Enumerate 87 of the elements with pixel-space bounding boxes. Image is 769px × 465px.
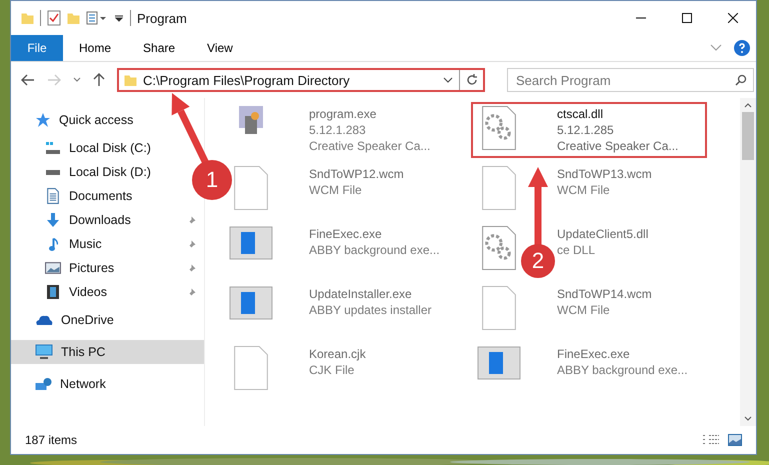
sidebar-item[interactable]: Music [11,232,108,256]
file-name[interactable]: SndToWP12.wcm [309,166,404,182]
download-arrow-icon [47,213,59,227]
help-icon[interactable] [734,40,750,56]
monitor-icon [35,344,53,360]
sidebar-item[interactable]: Downloads [11,208,137,232]
drive-icon [45,170,61,174]
scrollbar[interactable] [740,98,756,426]
ribbon-tab[interactable]: File [11,35,63,61]
application-window-icon [477,346,521,380]
file-name[interactable]: FineExec.exe [557,346,630,362]
application-window-icon [229,226,273,260]
large-icons-view-icon[interactable] [728,434,742,446]
up-arrow-icon[interactable] [93,73,105,87]
file-detail: 5.12.1.283 [309,122,366,138]
sidebar-item[interactable]: Local Disk (D:) [11,160,157,184]
file-name[interactable]: FineExec.exe [309,226,382,242]
scroll-up-icon[interactable] [744,102,752,108]
gear-file-icon [482,226,516,270]
gear-file-icon [482,106,516,150]
file-detail: WCM File [309,182,362,198]
file-name[interactable]: SndToWP14.wcm [557,286,652,302]
sidebar-item[interactable]: Documents [11,184,138,208]
drive-icon [45,142,61,154]
file-name[interactable]: Korean.cjk [309,346,366,362]
search-field[interactable]: Search Program [507,68,754,92]
ribbon-tab[interactable]: View [191,35,249,61]
music-note-icon [48,238,58,250]
dropdown-icon[interactable] [114,13,124,23]
film-icon [47,285,59,299]
cloud-icon [35,314,53,326]
file-detail: Creative Speaker Ca... [309,138,430,154]
network-icon [35,378,52,390]
recent-dropdown-icon[interactable] [73,77,81,83]
refresh-icon[interactable] [466,74,478,86]
pin-icon[interactable] [187,264,196,272]
scrollbar-thumb[interactable] [742,112,754,160]
file-detail: WCM File [557,302,610,318]
file-name[interactable]: UpdateClient5.dll [557,226,648,242]
sidebar-item[interactable]: Quick access [11,108,140,132]
sidebar-item[interactable]: OneDrive [11,308,120,332]
file-detail: ABBY background exe... [309,242,440,258]
file-name[interactable]: program.exe [309,106,376,122]
file-icon [482,166,516,210]
sidebar-item[interactable]: Pictures [11,256,120,280]
file-detail: Creative Speaker Ca... [557,138,678,154]
folder-icon [124,74,137,86]
pin-icon[interactable] [187,240,196,248]
details-view-icon[interactable] [702,435,720,445]
customize-icon[interactable] [86,11,108,25]
item-count: 187 items [25,433,78,447]
expand-ribbon-icon[interactable] [710,44,722,52]
window-title: Program [137,10,187,26]
sidebar-item[interactable]: This PC [11,340,204,364]
file-name[interactable]: ctscal.dll [557,106,604,122]
program-icon [239,106,263,134]
maximize-icon [682,13,692,23]
address-bar[interactable]: C:\Program Files\Program Directory [117,68,485,92]
file-icon [482,286,516,330]
star-icon [35,112,51,128]
pin-icon[interactable] [187,288,196,296]
dropdown-icon[interactable] [443,76,453,84]
file-detail: ABBY updates installer [309,302,432,318]
file-icon [234,346,268,390]
file-detail: CJK File [309,362,354,378]
minimize-icon [636,17,646,19]
sidebar-item[interactable]: Videos [11,280,113,304]
file-name[interactable]: SndToWP13.wcm [557,166,652,182]
back-arrow-icon[interactable] [21,74,35,86]
sidebar-item[interactable]: Network [11,372,112,396]
application-window-icon [229,286,273,320]
picture-icon [45,262,61,274]
file-detail: ABBY background exe... [557,362,688,378]
search-icon [735,74,747,86]
file-name[interactable]: UpdateInstaller.exe [309,286,412,302]
close-icon [728,13,738,23]
file-detail: 5.12.1.285 [557,122,614,138]
sidebar-item[interactable]: Local Disk (C:) [11,136,157,160]
scroll-down-icon[interactable] [744,416,752,422]
properties-icon[interactable] [47,10,61,26]
file-detail: WCM File [557,182,610,198]
ribbon-tab[interactable]: Home [63,35,128,61]
document-icon [47,188,59,204]
file-detail: ce DLL [557,242,596,258]
file-icon [234,166,268,210]
ribbon-tab[interactable]: Share [127,35,192,61]
pin-icon[interactable] [187,216,196,224]
